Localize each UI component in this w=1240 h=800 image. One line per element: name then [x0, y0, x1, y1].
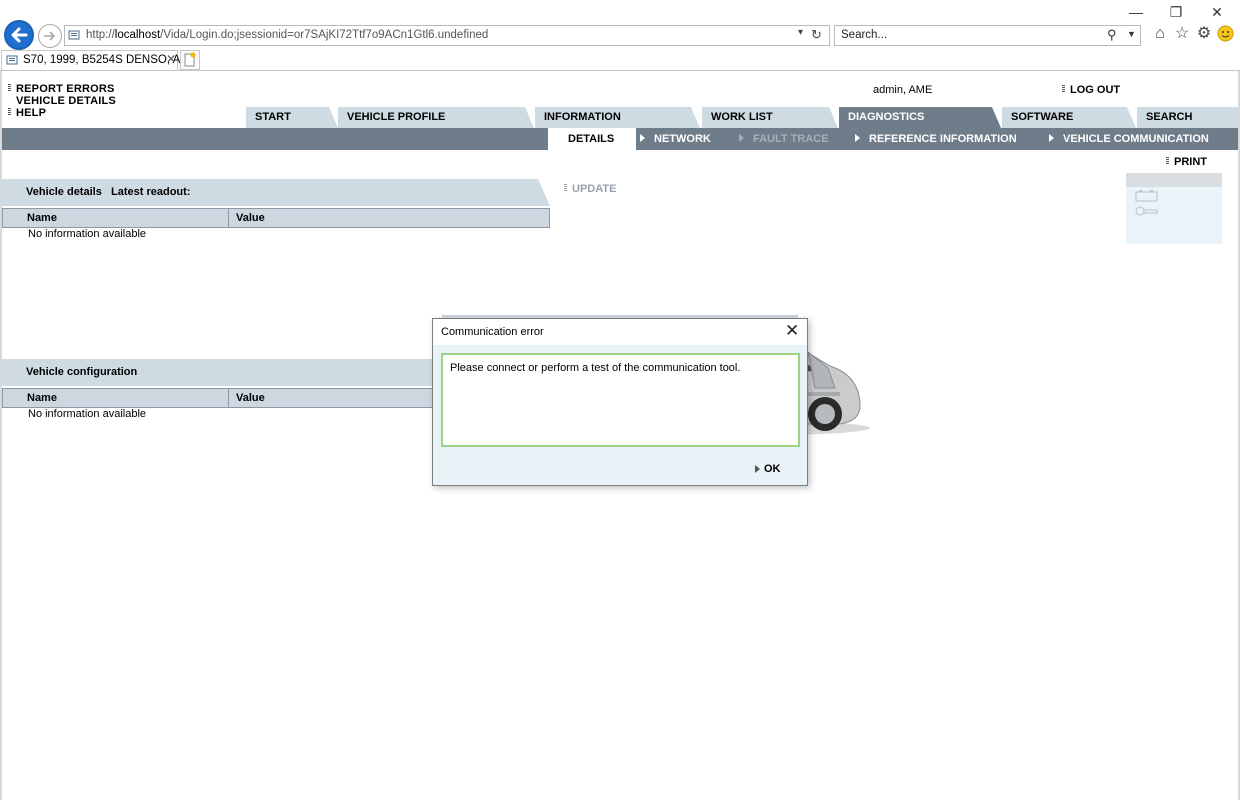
battery-icon[interactable]	[1135, 190, 1159, 202]
home-icon[interactable]: ⌂	[1151, 25, 1169, 43]
subtab-details[interactable]: DETAILS	[548, 128, 636, 150]
refresh-icon[interactable]: ↻	[811, 27, 822, 43]
tab-vehicle-profile[interactable]: VEHICLE PROFILE	[338, 107, 534, 128]
smiley-icon[interactable]	[1216, 25, 1234, 43]
ok-button[interactable]: OK	[764, 463, 781, 475]
dialog-message: Please connect or perform a test of the …	[450, 362, 741, 374]
sub-tabs: DETAILS NETWORK FAULT TRACE REFERENCE IN…	[2, 128, 1238, 150]
dialog-titlebar: Communication error ✕	[433, 319, 807, 345]
grip-icon	[1062, 85, 1065, 93]
forward-button[interactable]	[38, 24, 62, 48]
tab-diagnostics[interactable]: DIAGNOSTICS	[839, 107, 1001, 128]
user-name: admin, AME	[873, 84, 933, 96]
back-button[interactable]	[4, 20, 34, 50]
report-errors-link[interactable]: REPORT ERRORS	[8, 83, 116, 95]
subtab-fault-trace: FAULT TRACE	[739, 128, 829, 150]
tab-start[interactable]: START	[246, 107, 338, 128]
arrow-right-icon	[1049, 134, 1054, 142]
grip-icon	[1166, 157, 1169, 165]
tab-work-list[interactable]: WORK LIST	[702, 107, 838, 128]
vehicle-details-grid-header: Name Value	[2, 208, 550, 228]
address-bar[interactable]: http://localhost/Vida/Login.do;jsessioni…	[64, 25, 830, 46]
communication-error-dialog: Communication error ✕ Please connect or …	[432, 318, 808, 486]
search-input[interactable]: Search...	[841, 29, 887, 41]
vehicle-details-link[interactable]: VEHICLE DETAILS	[8, 95, 116, 107]
divider	[228, 389, 229, 407]
close-tab-icon[interactable]: ✕	[166, 52, 176, 66]
tab-title: S70, 1999, B5254S DENSO, A...	[23, 54, 190, 66]
page-icon	[6, 55, 18, 65]
arrow-right-icon	[855, 134, 860, 142]
tab-search[interactable]: SEARCH	[1137, 107, 1238, 128]
new-tab-button[interactable]	[180, 50, 200, 70]
subtab-network[interactable]: NETWORK	[640, 128, 711, 150]
search-box[interactable]: Search... ⚲ ▼	[834, 25, 1141, 46]
column-value[interactable]: Value	[236, 212, 265, 224]
key-icon[interactable]	[1135, 205, 1159, 217]
subtab-reference-information[interactable]: REFERENCE INFORMATION	[855, 128, 1017, 150]
restore-button[interactable]: ❐	[1166, 4, 1186, 21]
dialog-message-box: Please connect or perform a test of the …	[441, 353, 800, 447]
new-tab-icon	[184, 52, 196, 67]
close-window-button[interactable]: ✕	[1207, 4, 1227, 21]
main-tabs: START VEHICLE PROFILE INFORMATION WORK L…	[2, 107, 1238, 128]
arrow-right-icon	[640, 134, 645, 142]
dialog-title: Communication error	[441, 326, 544, 338]
print-link[interactable]: PRINT	[1166, 156, 1207, 168]
tool-panel-header	[1126, 173, 1222, 187]
arrow-left-icon	[11, 27, 28, 43]
search-icon[interactable]: ⚲	[1107, 27, 1117, 43]
gear-icon[interactable]: ⚙	[1195, 25, 1213, 43]
star-icon[interactable]: ☆	[1173, 25, 1191, 43]
divider	[228, 209, 229, 227]
url-text: http://localhost/Vida/Login.do;jsessioni…	[86, 29, 489, 41]
subtab-vehicle-communication[interactable]: VEHICLE COMMUNICATION	[1049, 128, 1209, 150]
column-value[interactable]: Value	[236, 392, 265, 404]
arrow-right-icon	[755, 465, 760, 473]
column-name[interactable]: Name	[27, 392, 57, 404]
vehicle-details-empty: No information available	[28, 228, 147, 240]
tab-information[interactable]: INFORMATION	[535, 107, 700, 128]
grip-icon	[564, 184, 567, 192]
chevron-down-icon[interactable]: ▾	[798, 27, 803, 38]
arrow-right-icon	[739, 134, 744, 142]
grip-icon	[8, 84, 11, 92]
vehicle-configuration-empty: No information available	[28, 408, 147, 420]
browser-chrome: — ❐ ✕ http://localhost/Vida/Login.do;jse…	[0, 0, 1240, 71]
minimize-button[interactable]: —	[1126, 4, 1146, 20]
page-icon	[68, 30, 80, 40]
column-name[interactable]: Name	[27, 212, 57, 224]
vehicle-details-header: Vehicle details Latest readout:	[2, 179, 550, 206]
update-link: UPDATE	[564, 183, 616, 195]
browser-tab[interactable]: S70, 1999, B5254S DENSO, A... ✕	[1, 50, 190, 70]
tool-panel	[1126, 173, 1222, 244]
logout-link[interactable]: LOG OUT	[1062, 84, 1120, 96]
tab-software[interactable]: SOFTWARE	[1002, 107, 1136, 128]
arrow-right-icon	[44, 31, 56, 41]
dialog-close-button[interactable]: ✕	[785, 321, 799, 341]
chevron-down-icon[interactable]: ▼	[1127, 29, 1136, 39]
